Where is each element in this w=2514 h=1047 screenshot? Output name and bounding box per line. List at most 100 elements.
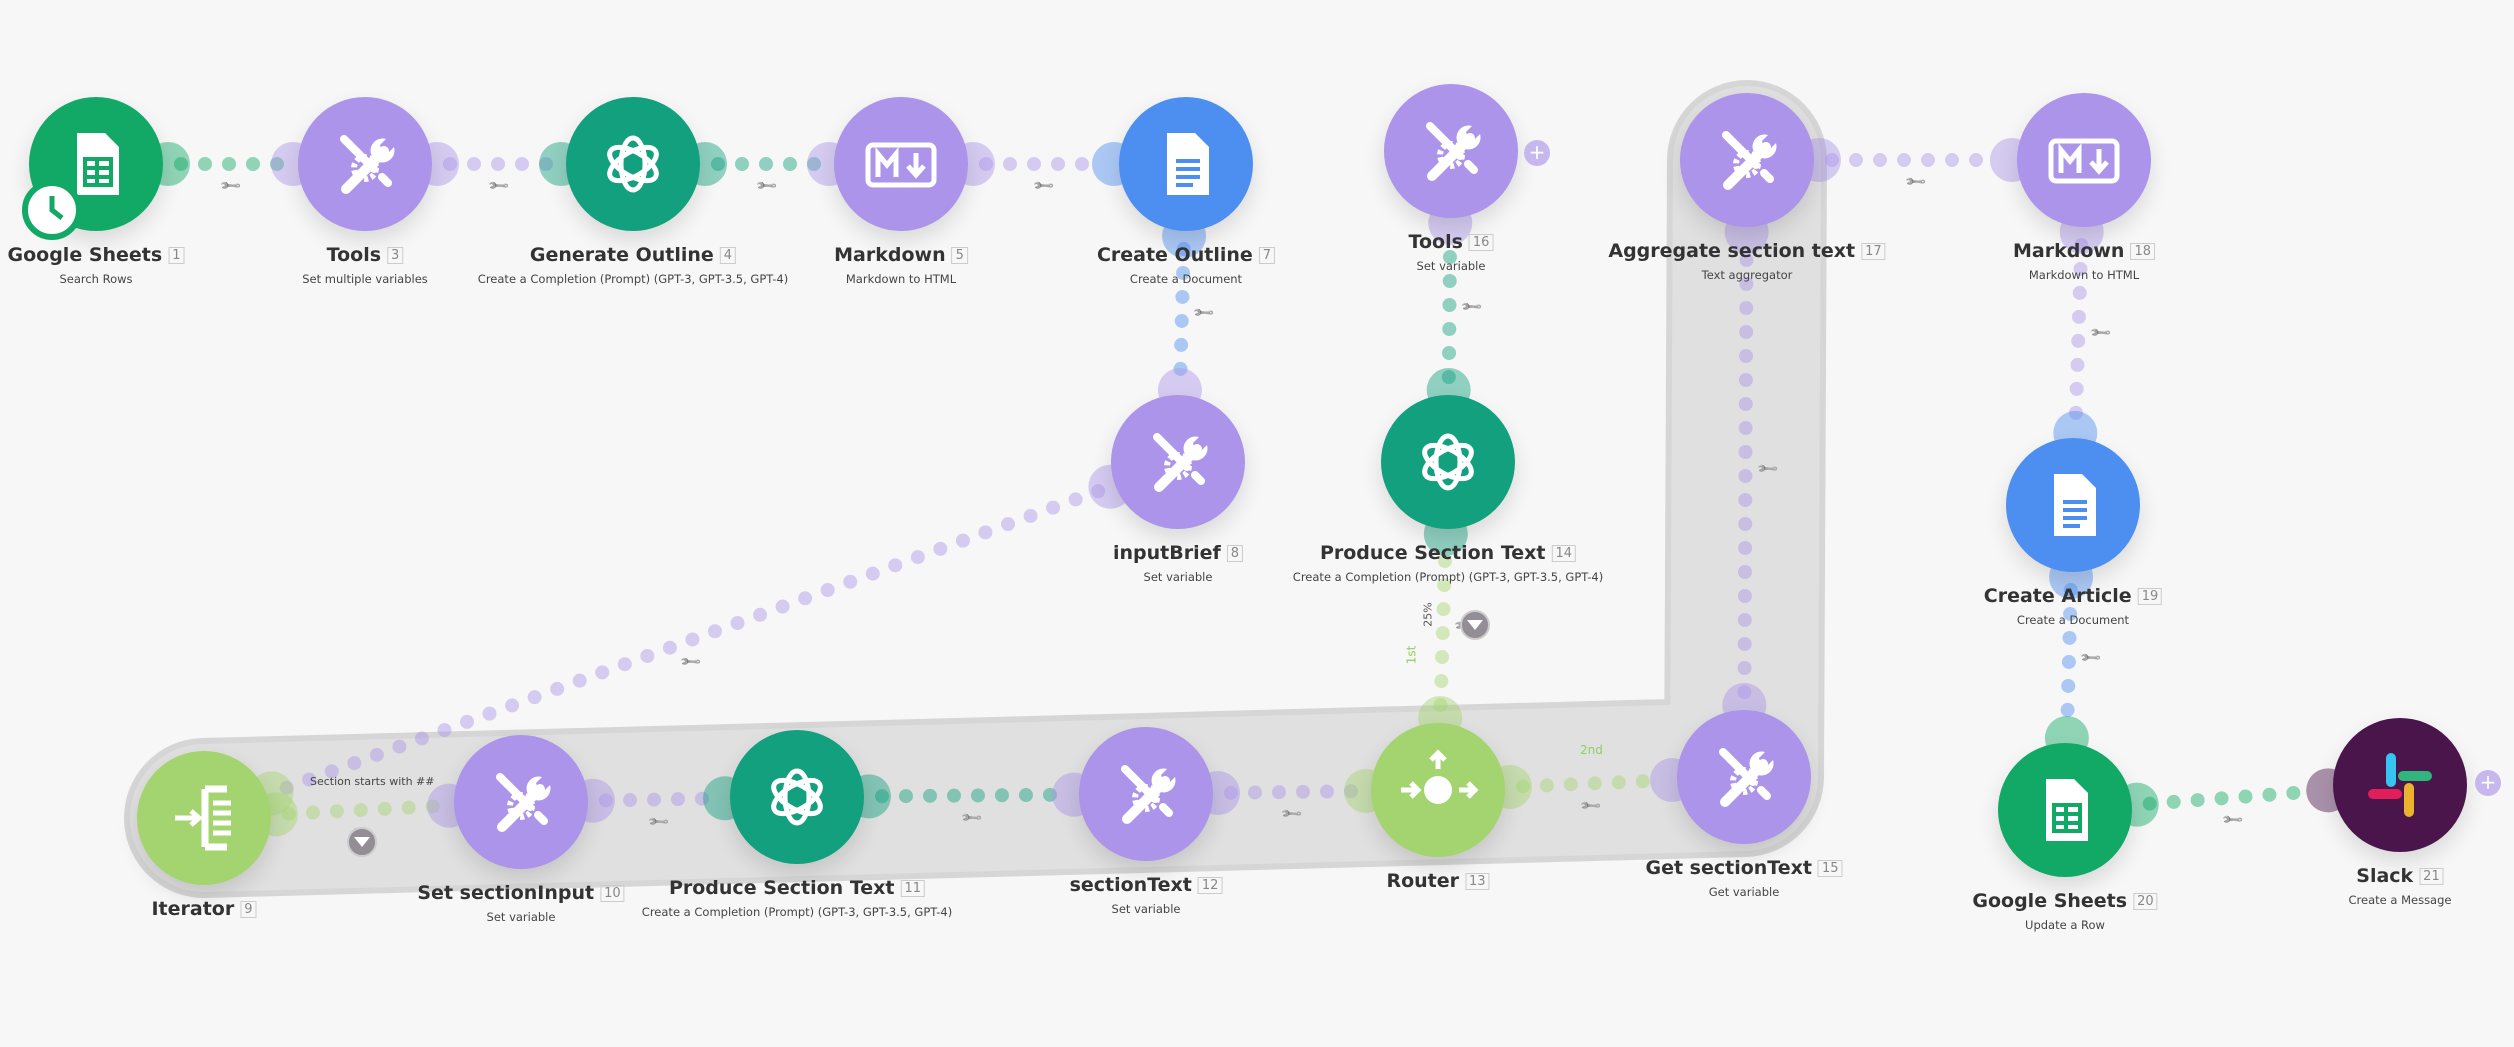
module-name: Produce Section Text 11 bbox=[642, 877, 952, 899]
iterator-icon bbox=[175, 785, 231, 851]
module-id-badge: 14 bbox=[1551, 545, 1577, 562]
module-name: Create Outline 7 bbox=[1096, 244, 1276, 266]
module-19[interactable] bbox=[2006, 438, 2140, 572]
module-name: Tools 3 bbox=[302, 244, 428, 266]
module-label: Markdown 5 Markdown to HTML bbox=[834, 244, 968, 286]
route-order-label: 1st bbox=[1404, 645, 1419, 665]
module-8[interactable] bbox=[1111, 395, 1245, 529]
module-id-badge: 1 bbox=[168, 247, 185, 264]
module-id-badge: 13 bbox=[1465, 873, 1490, 890]
module-name: sectionText 12 bbox=[1070, 874, 1223, 896]
markdown-icon bbox=[2048, 138, 2120, 184]
module-5[interactable] bbox=[834, 97, 968, 231]
module-title: Tools bbox=[1408, 231, 1463, 253]
add-module-button[interactable]: + bbox=[1524, 140, 1550, 166]
module-label: Create Article 19 Create a Document bbox=[1984, 585, 2163, 627]
module-action: Create a Document bbox=[1129, 272, 1243, 286]
markdown-icon bbox=[865, 142, 937, 188]
module-id-badge: 9 bbox=[240, 901, 257, 918]
module-21[interactable] bbox=[2333, 718, 2467, 852]
openai-icon bbox=[771, 768, 823, 826]
module-15[interactable] bbox=[1677, 710, 1811, 844]
module-label: Tools 16 Set variable bbox=[1409, 231, 1494, 273]
module-title: Produce Section Text bbox=[668, 877, 895, 899]
module-action: Set multiple variables bbox=[302, 272, 428, 286]
module-label: Produce Section Text 14 Create a Completio… bbox=[1293, 542, 1603, 584]
module-13[interactable] bbox=[1371, 723, 1505, 857]
tools-icon bbox=[1722, 131, 1777, 190]
module-title: inputBrief bbox=[1112, 542, 1221, 564]
module-name: Markdown 5 bbox=[834, 244, 968, 266]
module-title: Markdown bbox=[2012, 240, 2125, 262]
module-7[interactable] bbox=[1119, 97, 1253, 231]
tools-icon bbox=[1426, 122, 1481, 181]
module-id-badge: 21 bbox=[2419, 868, 2444, 885]
module-id-badge: 11 bbox=[900, 880, 926, 897]
module-id-badge: 5 bbox=[951, 247, 968, 264]
module-label: Markdown 18 Markdown to HTML bbox=[2012, 240, 2156, 282]
module-9[interactable] bbox=[137, 751, 271, 885]
add-module-button[interactable]: + bbox=[2475, 770, 2501, 796]
module-3[interactable] bbox=[298, 97, 432, 231]
filter-icon[interactable] bbox=[347, 827, 377, 857]
module-12[interactable] bbox=[1079, 727, 1213, 861]
module-id-badge: 20 bbox=[2133, 893, 2158, 910]
module-name: Iterator 9 bbox=[151, 898, 257, 920]
module-id-badge: 7 bbox=[1258, 247, 1276, 264]
module-title: Aggregate section text bbox=[1608, 240, 1856, 262]
tools-icon bbox=[1121, 765, 1176, 824]
module-title: Generate Outline bbox=[529, 244, 714, 266]
module-action: Create a Document bbox=[2016, 613, 2130, 627]
module-17[interactable] bbox=[1680, 93, 1814, 227]
module-14[interactable] bbox=[1381, 395, 1515, 529]
tools-icon bbox=[1719, 748, 1774, 807]
module-id-badge: 17 bbox=[1861, 243, 1886, 260]
sheets-icon bbox=[2046, 779, 2088, 841]
module-id-badge: 10 bbox=[600, 885, 625, 902]
module-label: Set sectionInput 10 Set variable bbox=[417, 882, 625, 924]
module-title: Create Outline bbox=[1096, 244, 1253, 266]
module-id-badge: 16 bbox=[1468, 234, 1494, 251]
module-action: Markdown to HTML bbox=[845, 272, 957, 286]
module-title: Iterator bbox=[151, 898, 235, 920]
module-action: Search Rows bbox=[59, 272, 133, 286]
module-name: Aggregate section text 17 bbox=[1608, 240, 1886, 262]
route-percent-label: 25% bbox=[1421, 602, 1435, 627]
module-label: Generate Outline 4 Create a Completion (Pr… bbox=[478, 244, 788, 286]
module-title: Set sectionInput bbox=[417, 882, 595, 904]
module-action: Get variable bbox=[1708, 885, 1780, 899]
module-name: Slack 21 bbox=[2349, 865, 2452, 887]
module-action: Set variable bbox=[486, 910, 556, 924]
module-id-badge: 18 bbox=[2130, 243, 2156, 260]
module-label: Tools 3 Set multiple variables bbox=[302, 244, 428, 286]
module-18[interactable] bbox=[2017, 93, 2151, 227]
docs-icon bbox=[2054, 474, 2096, 536]
filter-icon[interactable] bbox=[1460, 610, 1490, 640]
module-action: Text aggregator bbox=[1701, 268, 1793, 282]
module-11[interactable] bbox=[730, 730, 864, 864]
module-name: Tools 16 bbox=[1409, 231, 1494, 253]
module-name: Router 13 bbox=[1386, 870, 1490, 892]
module-label: Get sectionText 15 Get variable bbox=[1645, 857, 1843, 899]
module-label: sectionText 12 Set variable bbox=[1070, 874, 1223, 916]
module-name: Get sectionText 15 bbox=[1645, 857, 1843, 879]
module-16[interactable] bbox=[1384, 84, 1518, 218]
module-label: Slack 21 Create a Message bbox=[2349, 865, 2452, 907]
module-id-badge: 8 bbox=[1226, 545, 1244, 562]
module-title: Produce Section Text bbox=[1319, 542, 1546, 564]
module-4[interactable] bbox=[566, 97, 700, 231]
module-label: Google Sheets 20 Update a Row bbox=[1972, 890, 2158, 932]
module-id-badge: 12 bbox=[1197, 877, 1223, 894]
module-action: Update a Row bbox=[2025, 918, 2105, 932]
schedule-clock-icon[interactable] bbox=[22, 180, 82, 240]
openai-icon bbox=[607, 135, 659, 193]
module-label: Aggregate section text 17 Text aggregator bbox=[1608, 240, 1886, 282]
module-name: Produce Section Text 14 bbox=[1293, 542, 1603, 564]
module-action: Set variable bbox=[1143, 570, 1213, 584]
module-20[interactable] bbox=[1998, 743, 2132, 877]
module-10[interactable] bbox=[454, 735, 588, 869]
module-title: Google Sheets bbox=[1972, 890, 2128, 912]
slack-icon bbox=[2368, 753, 2432, 817]
module-action: Set variable bbox=[1416, 259, 1486, 273]
tools-icon bbox=[496, 773, 551, 832]
